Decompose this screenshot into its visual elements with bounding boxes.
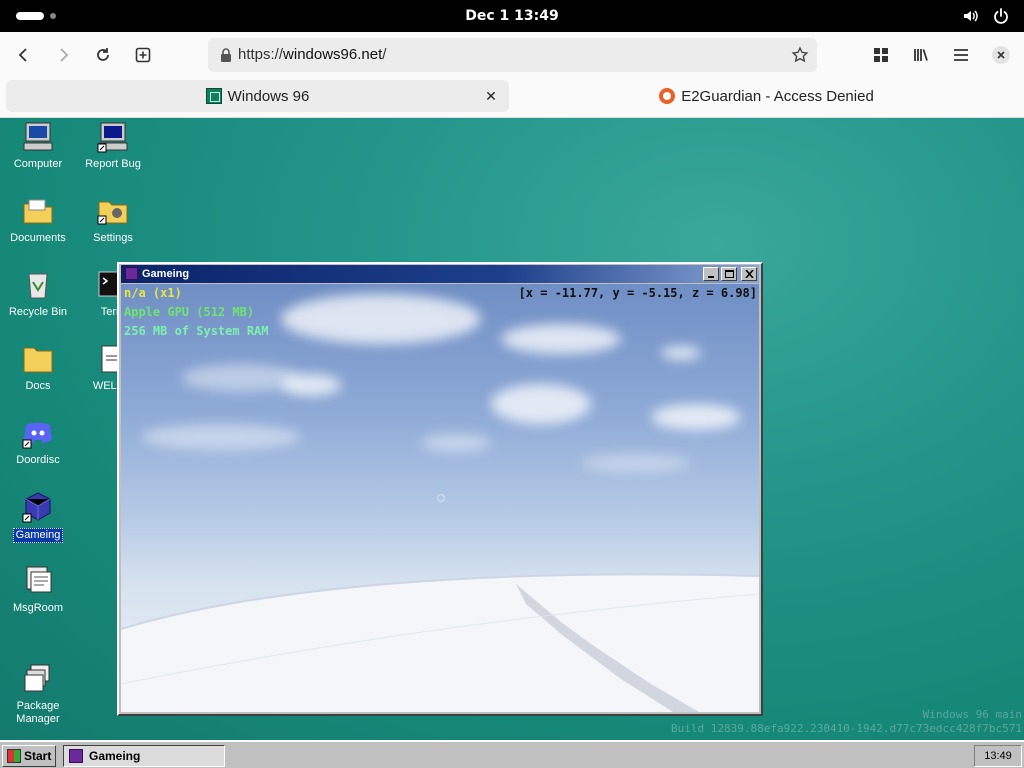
desktop-icon-doordisc[interactable]: Doordisc [3, 416, 73, 467]
hud-gpu: Apple GPU (512 MB) [124, 305, 255, 319]
hud-ram: 256 MB of System RAM [124, 324, 269, 338]
url-host: windows96.net [283, 46, 383, 63]
win96-taskbar: Start Gameing 13:49 [0, 740, 1024, 768]
desktop-icon-computer[interactable]: Computer [3, 120, 73, 171]
desktop-icon-label: Doordisc [16, 454, 60, 466]
taskbar-item-label: Gameing [89, 749, 141, 763]
report-bug-icon [96, 120, 130, 154]
desktop-icon-label: Computer [13, 158, 63, 170]
crosshair-icon [437, 494, 445, 502]
forward-button[interactable] [48, 40, 78, 70]
taskbar-item-gameing[interactable]: Gameing [63, 745, 225, 767]
computer-icon [21, 120, 55, 154]
game-cube-icon [125, 267, 138, 280]
url-path: / [382, 46, 387, 63]
system-clock[interactable]: Dec 1 13:49 [0, 0, 1024, 32]
reload-icon [97, 48, 109, 61]
maximize-button[interactable] [721, 267, 737, 281]
url-scheme: https:// [238, 46, 284, 63]
plus-box-icon [135, 47, 151, 63]
folder-icon [21, 342, 55, 376]
browser-toolbar: https://windows96.net/ [0, 32, 1024, 78]
grid-icon [874, 48, 888, 62]
game-window[interactable]: Gameing n/a (x1) Apple GPU (512 MB) 256 … [117, 262, 763, 716]
back-button[interactable] [9, 40, 39, 70]
desktop-icon-label: MsgRoom [12, 602, 64, 614]
discord-icon [21, 416, 55, 450]
recycle-bin-icon [21, 268, 55, 302]
e2guardian-favicon-icon [659, 88, 676, 104]
tab-windows96[interactable]: Windows 96 ✕ [6, 80, 509, 112]
start-button[interactable]: Start [2, 745, 56, 767]
desktop-icon-recycle-bin[interactable]: Recycle Bin [3, 268, 73, 319]
game-viewport[interactable]: n/a (x1) Apple GPU (512 MB) 256 MB of Sy… [121, 284, 759, 712]
build-watermark-line2: Build 12839.88efa922.230410-1942.d77c73e… [671, 722, 1022, 735]
tab-close-button[interactable]: ✕ [481, 86, 501, 106]
hud-fps: n/a (x1) [124, 286, 182, 300]
taskbar-clock[interactable]: 13:49 [974, 745, 1022, 767]
start-label: Start [24, 749, 52, 763]
power-icon[interactable] [992, 7, 1010, 25]
new-tab-button[interactable] [128, 40, 158, 70]
minimize-button[interactable] [703, 267, 719, 281]
minimize-icon [708, 276, 714, 278]
msgroom-icon [21, 564, 55, 598]
menu-button[interactable] [946, 40, 976, 70]
desktop-icon-label: Documents [10, 232, 66, 244]
tab-e2guardian[interactable]: E2Guardian - Access Denied [515, 80, 1018, 112]
url-text[interactable]: https://windows96.net/ [238, 38, 386, 72]
close-button[interactable] [741, 267, 757, 281]
desktop-icon-documents[interactable]: Documents [3, 194, 73, 245]
start-logo-icon [7, 749, 21, 763]
desktop-icon-label: Gameing [12, 528, 64, 543]
desktop-icon-label: Report Bug [85, 158, 141, 170]
maximize-icon [725, 270, 734, 278]
desktop-icon-label: Docs [25, 380, 51, 392]
game-cube-icon [21, 490, 55, 524]
close-x-icon [745, 270, 754, 278]
volume-icon[interactable] [962, 7, 980, 25]
hud-coordinates: [x = -11.77, y = -5.15, z = 6.98] [518, 286, 757, 300]
lock-icon [221, 48, 231, 62]
hamburger-menu-icon [954, 49, 968, 61]
desktop-icon-gameing[interactable]: Gameing [3, 490, 73, 543]
desktop-icon-report-bug[interactable]: Report Bug [78, 120, 148, 171]
windows96-favicon-icon [205, 88, 222, 104]
system-tray[interactable] [962, 7, 1010, 25]
address-bar[interactable]: https://windows96.net/ [208, 38, 817, 72]
desktop-icon-label: Recycle Bin [8, 306, 68, 318]
build-watermark-line1: Windows 96 main [922, 708, 1022, 721]
back-arrow-icon [18, 48, 27, 62]
documents-folder-icon [21, 194, 55, 228]
desktop-icon-label: Settings [93, 232, 133, 244]
desktop-icon-label: Package Manager [16, 700, 60, 725]
reload-button[interactable] [88, 40, 118, 70]
window-titlebar[interactable]: Gameing [121, 265, 759, 283]
library-icon [914, 49, 928, 61]
forward-arrow-icon [60, 48, 69, 62]
desktop-icon-package-manager[interactable]: Package Manager [3, 638, 73, 726]
settings-icon [96, 194, 130, 228]
desktop-icon-docs[interactable]: Docs [3, 342, 73, 393]
desktop-icon-settings[interactable]: Settings [78, 194, 148, 245]
desktop-icon-msgroom[interactable]: MsgRoom [3, 564, 73, 615]
tab-bar: Windows 96 ✕ E2Guardian - Access Denied [0, 78, 1024, 118]
window-title: Gameing [142, 268, 190, 280]
close-window-button[interactable] [986, 40, 1016, 70]
close-icon [992, 46, 1010, 64]
extensions-button[interactable] [866, 40, 896, 70]
library-button[interactable] [906, 40, 936, 70]
tab-title: Windows 96 [227, 87, 310, 105]
bookmark-star-icon[interactable] [791, 46, 809, 64]
window-controls [703, 267, 757, 281]
game-cube-icon [69, 749, 83, 763]
tab-title: E2Guardian - Access Denied [681, 87, 874, 105]
package-manager-icon [21, 650, 55, 692]
system-top-bar: Dec 1 13:49 [0, 0, 1024, 32]
